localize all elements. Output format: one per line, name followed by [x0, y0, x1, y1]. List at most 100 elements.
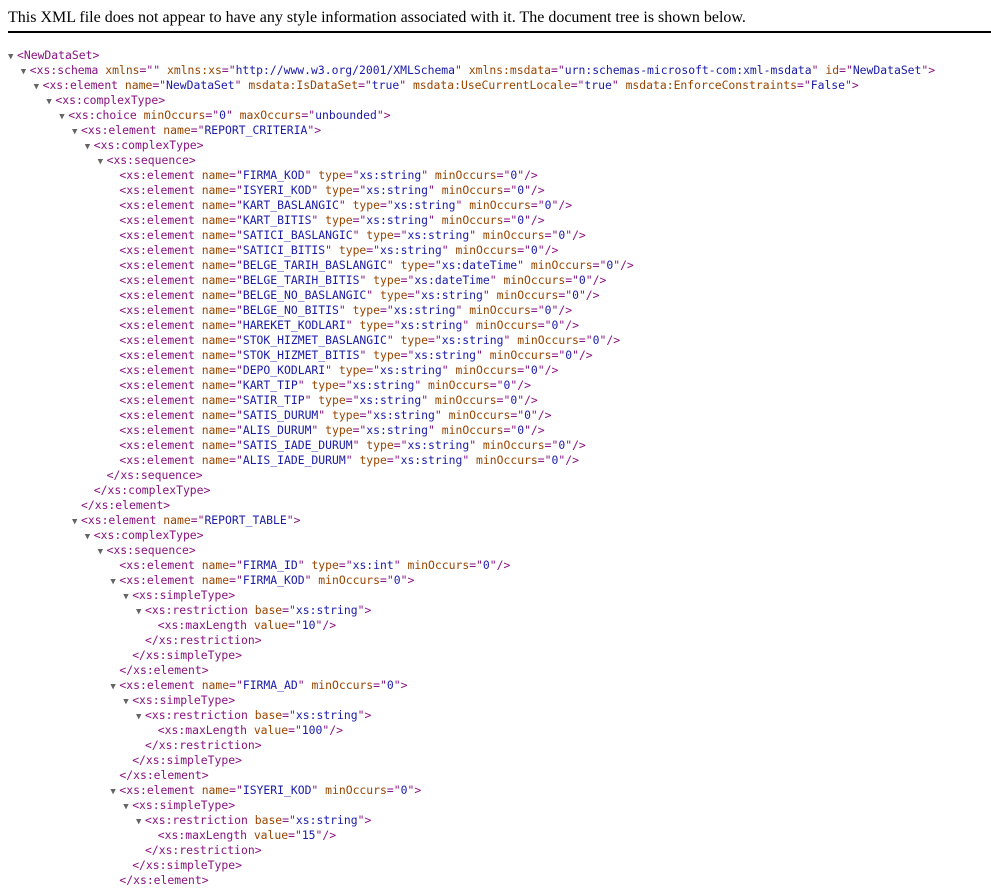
xml-attr-eq: =" [229, 243, 243, 257]
open-tag-end: > [188, 543, 196, 557]
xml-attr-quote: " [376, 108, 384, 122]
xml-attr-name: name [201, 333, 230, 347]
xml-attr-quote: " [455, 63, 462, 77]
xml-attr-value: urn:schemas-microsoft-com:xml-msdata [564, 63, 812, 77]
xml-attr-value: 100 [301, 723, 323, 737]
xml-attr-value: ISYERI_KOD [242, 783, 312, 797]
xml-attr-value: xs:string [295, 708, 358, 722]
xml-tree-line[interactable]: ▼ <xs:restriction base="xs:string"> [0, 813, 991, 828]
xml-attr-eq: =" [229, 318, 243, 332]
xml-tree-line[interactable]: ▼ <xs:sequence> [0, 153, 991, 168]
xml-tree-line[interactable]: ▼ <xs:complexType> [0, 93, 991, 108]
xml-attr-value: DEPO_KODLARI [242, 363, 326, 377]
xml-tree-line[interactable]: ▼ <xs:schema xmlns="" xmlns:xs="http://ww… [0, 63, 991, 78]
xml-tree-line[interactable]: ▼ <xs:choice minOccurs="0" maxOccurs="unb… [0, 108, 991, 123]
xml-tag-name: xs:element [126, 213, 195, 227]
xml-attr-quote: " [345, 318, 353, 332]
open-tag-end: > [196, 138, 204, 152]
xml-attr-eq: =" [570, 78, 585, 92]
xml-attr-value: xs:dateTime [414, 273, 490, 287]
xml-attr-value: ALIS_IADE_DURUM [242, 453, 346, 467]
xml-attr-quote: " [352, 228, 360, 242]
xml-attr-value: xs:string [441, 333, 504, 347]
xml-attr-value: 0 [219, 108, 226, 122]
xml-tree-line: </xs:element> [0, 663, 991, 678]
xml-attr-eq: =" [592, 258, 607, 272]
xml-tree-line[interactable]: ▼ <xs:element name="REPORT_TABLE"> [0, 513, 991, 528]
xml-attr-value: 0 [530, 243, 538, 257]
xml-attr-name: type [318, 393, 346, 407]
header-divider [8, 31, 991, 33]
xml-attr-name: type [318, 168, 346, 182]
xml-tag-name: xs:element [94, 498, 164, 512]
xml-attr-value: 0 [592, 333, 600, 347]
open-tag-end: /> [517, 378, 531, 392]
xml-tree-line[interactable]: ▼ <xs:sequence> [0, 543, 991, 558]
xml-tree-line[interactable]: ▼ <xs:element name="NewDataSet" msdata:Is… [0, 78, 991, 93]
xml-tag-name: xs:element [133, 663, 202, 677]
xml-tag-name: xs:element [126, 423, 195, 437]
xml-tag-name: xs:simpleType [145, 648, 236, 662]
xml-attr-name: minOccurs [325, 783, 387, 797]
xml-attr-quote: " [359, 348, 367, 362]
xml-attr-eq: =" [380, 573, 394, 587]
xml-tree-line[interactable]: ▼ <xs:simpleType> [0, 588, 991, 603]
xml-attr-eq: =" [345, 168, 360, 182]
close-tag-end: > [254, 633, 262, 647]
open-tag-end: /> [606, 333, 621, 347]
xml-attr-name: name [201, 273, 230, 287]
xml-attr-name: minOccurs [441, 213, 504, 227]
xml-attr-eq: =" [551, 348, 566, 362]
xml-tree-line[interactable]: ▼ <xs:element name="FIRMA_KOD" minOccurs=… [0, 573, 991, 588]
xml-attr-name: xmlns:xs [166, 63, 222, 77]
xml-tag-name: xs:simpleType [145, 858, 236, 872]
open-tag-end: /> [572, 438, 586, 452]
xml-attr-name: type [311, 558, 339, 572]
xml-attr-quote: " [304, 573, 312, 587]
xml-attr-value: 0 [544, 198, 552, 212]
xml-attr-value: xs:string [414, 348, 477, 362]
xml-attr-name: msdata:IsDataSet [248, 78, 359, 92]
xml-tree-line[interactable]: ▼ <xs:complexType> [0, 138, 991, 153]
open-tag-start: < [17, 48, 24, 62]
xml-attr-quote: " [845, 78, 852, 92]
xml-attr-value: xs:string [393, 198, 456, 212]
xml-attr-value: xs:string [295, 603, 358, 617]
xml-attr-quote: " [462, 318, 470, 332]
xml-attr-value: KART_BASLANGIC [242, 198, 339, 212]
open-tag-end: /> [524, 393, 538, 407]
xml-attr-eq: =" [152, 78, 167, 92]
xml-attr-eq: =" [282, 813, 296, 827]
open-tag-end: > [364, 603, 372, 617]
xml-tree-line[interactable]: ▼ <xs:restriction base="xs:string"> [0, 708, 991, 723]
xml-attr-quote: " [811, 63, 819, 77]
xml-tree-line[interactable]: ▼ <xs:simpleType> [0, 693, 991, 708]
xml-tree-line[interactable]: ▼ <NewDataSet> [0, 48, 991, 63]
xml-tree-line: <xs:element name="SATIS_DURUM" type="xs:… [0, 408, 991, 423]
open-tag-end: > [158, 93, 166, 107]
xml-attr-name: name [201, 183, 230, 197]
xml-tree-line[interactable]: ▼ <xs:complexType> [0, 528, 991, 543]
open-tag-end: > [228, 693, 236, 707]
xml-attr-eq: =" [400, 348, 415, 362]
xml-tree-line[interactable]: ▼ <xs:element name="REPORT_CRITERIA"> [0, 123, 991, 138]
xml-attr-value: False [810, 78, 846, 92]
xml-attr-value: SATIS_IADE_DURUM [242, 438, 353, 452]
xml-attr-eq: =" [229, 348, 243, 362]
xml-tree-line[interactable]: ▼ <xs:element name="ISYERI_KOD" minOccurs… [0, 783, 991, 798]
open-tag-end: /> [329, 723, 343, 737]
xml-tree-line[interactable]: ▼ <xs:simpleType> [0, 798, 991, 813]
xml-attr-quote: " [352, 438, 360, 452]
xml-attr-name: name [163, 513, 191, 527]
xml-tree-line[interactable]: ▼ <xs:element name="FIRMA_AD" minOccurs="… [0, 678, 991, 693]
xml-attr-name: type [325, 213, 353, 227]
xml-attr-value: HAREKET_KODLARI [242, 318, 346, 332]
xml-tag-name: xs:complexType [107, 483, 204, 497]
xml-tree-line[interactable]: ▼ <xs:restriction base="xs:string"> [0, 603, 991, 618]
open-tag-end: > [383, 108, 391, 122]
xml-tree-line: <xs:maxLength value="10"/> [0, 618, 991, 633]
close-tag-end: > [203, 483, 211, 497]
xml-tag-name: xs:element [126, 168, 195, 182]
xml-attr-value: SATICI_BITIS [242, 243, 326, 257]
xml-tag-name: xs:complexType [100, 138, 197, 152]
